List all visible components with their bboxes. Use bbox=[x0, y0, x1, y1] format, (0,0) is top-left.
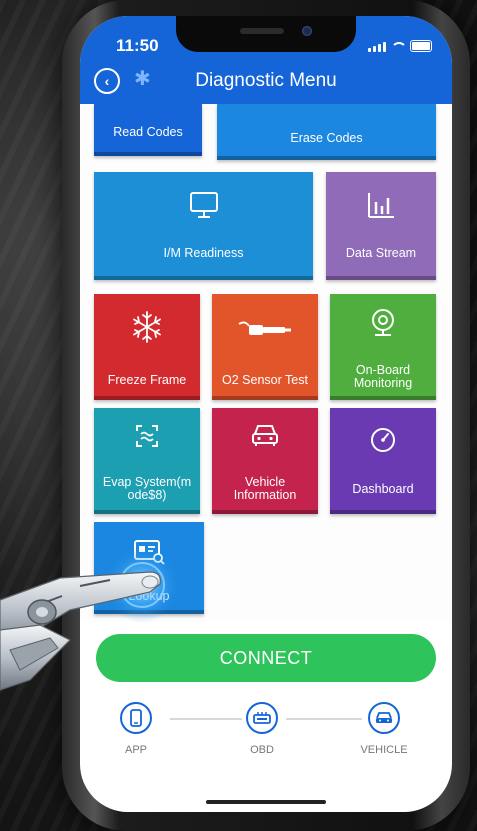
tile-label: Vehicle Information bbox=[233, 475, 297, 502]
home-indicator bbox=[206, 800, 326, 804]
step-obd bbox=[246, 702, 278, 734]
tile-on-board-monitoring[interactable]: On-Board Monitoring bbox=[330, 294, 436, 400]
tile-freeze-frame[interactable]: Freeze Frame bbox=[94, 294, 200, 400]
monitor-icon bbox=[189, 192, 218, 218]
tile-lookup[interactable]: Lookup bbox=[94, 522, 204, 614]
tile-dashboard[interactable]: Dashboard bbox=[330, 408, 436, 514]
step-connector bbox=[170, 718, 242, 720]
phone-notch bbox=[176, 16, 356, 52]
tile-label: Data Stream bbox=[345, 246, 417, 260]
step-app bbox=[120, 702, 152, 734]
obd-adapter-icon bbox=[253, 712, 271, 724]
phone-icon bbox=[130, 709, 142, 727]
snowflake-icon bbox=[133, 311, 161, 343]
menu-grid: Read Codes Erase Codes I/M Readiness Dat… bbox=[80, 104, 452, 622]
step-label-obd: OBD bbox=[250, 744, 274, 756]
tile-im-readiness[interactable]: I/M Readiness bbox=[94, 172, 313, 280]
step-label-vehicle: VEHICLE bbox=[360, 744, 408, 756]
bar-chart-icon bbox=[368, 193, 394, 218]
tile-read-codes[interactable]: Read Codes bbox=[94, 104, 202, 156]
car-icon bbox=[376, 712, 392, 723]
tile-label: Freeze Frame bbox=[107, 373, 187, 387]
tile-label: Evap System(m ode$8) bbox=[102, 475, 192, 502]
connection-steps: APP OBD VEHICLE bbox=[80, 702, 452, 772]
tile-label: Read Codes bbox=[113, 125, 183, 139]
tile-label: On-Board Monitoring bbox=[353, 363, 413, 390]
step-vehicle bbox=[368, 702, 400, 734]
wifi-icon bbox=[391, 42, 407, 52]
signal-icon bbox=[368, 42, 386, 52]
page-title: Diagnostic Menu bbox=[195, 70, 337, 91]
phone-screen: 11:50 ‹ ✱ Diagnostic Menu Read Codes Era… bbox=[80, 16, 452, 812]
id-card-search-icon bbox=[134, 540, 165, 565]
tile-data-stream[interactable]: Data Stream bbox=[326, 172, 436, 280]
tile-label: O2 Sensor Test bbox=[222, 373, 308, 387]
step-label-app: APP bbox=[124, 744, 147, 756]
phone-frame: 11:50 ‹ ✱ Diagnostic Menu Read Codes Era… bbox=[62, 0, 470, 831]
tile-vehicle-information[interactable]: Vehicle Information bbox=[212, 408, 318, 514]
tile-label: Dashboard bbox=[352, 482, 414, 496]
webcam-icon bbox=[372, 309, 394, 336]
tile-label: Lookup bbox=[128, 589, 170, 603]
tile-erase-codes[interactable]: Erase Codes bbox=[217, 104, 436, 160]
gauge-icon bbox=[371, 428, 395, 452]
tile-o2-sensor-test[interactable]: O2 Sensor Test bbox=[212, 294, 318, 400]
battery-icon bbox=[410, 40, 432, 52]
tile-label: Erase Codes bbox=[290, 131, 363, 145]
tile-label: I/M Readiness bbox=[163, 246, 244, 260]
car-icon bbox=[252, 425, 278, 446]
evap-icon bbox=[136, 425, 158, 447]
status-time: 11:50 bbox=[116, 36, 159, 55]
step-connector bbox=[286, 718, 362, 720]
connect-button[interactable]: CONNECT bbox=[96, 634, 436, 682]
status-icons bbox=[368, 40, 432, 52]
tile-evap-system[interactable]: Evap System(m ode$8) bbox=[94, 408, 200, 514]
sensor-probe-icon bbox=[238, 321, 291, 335]
